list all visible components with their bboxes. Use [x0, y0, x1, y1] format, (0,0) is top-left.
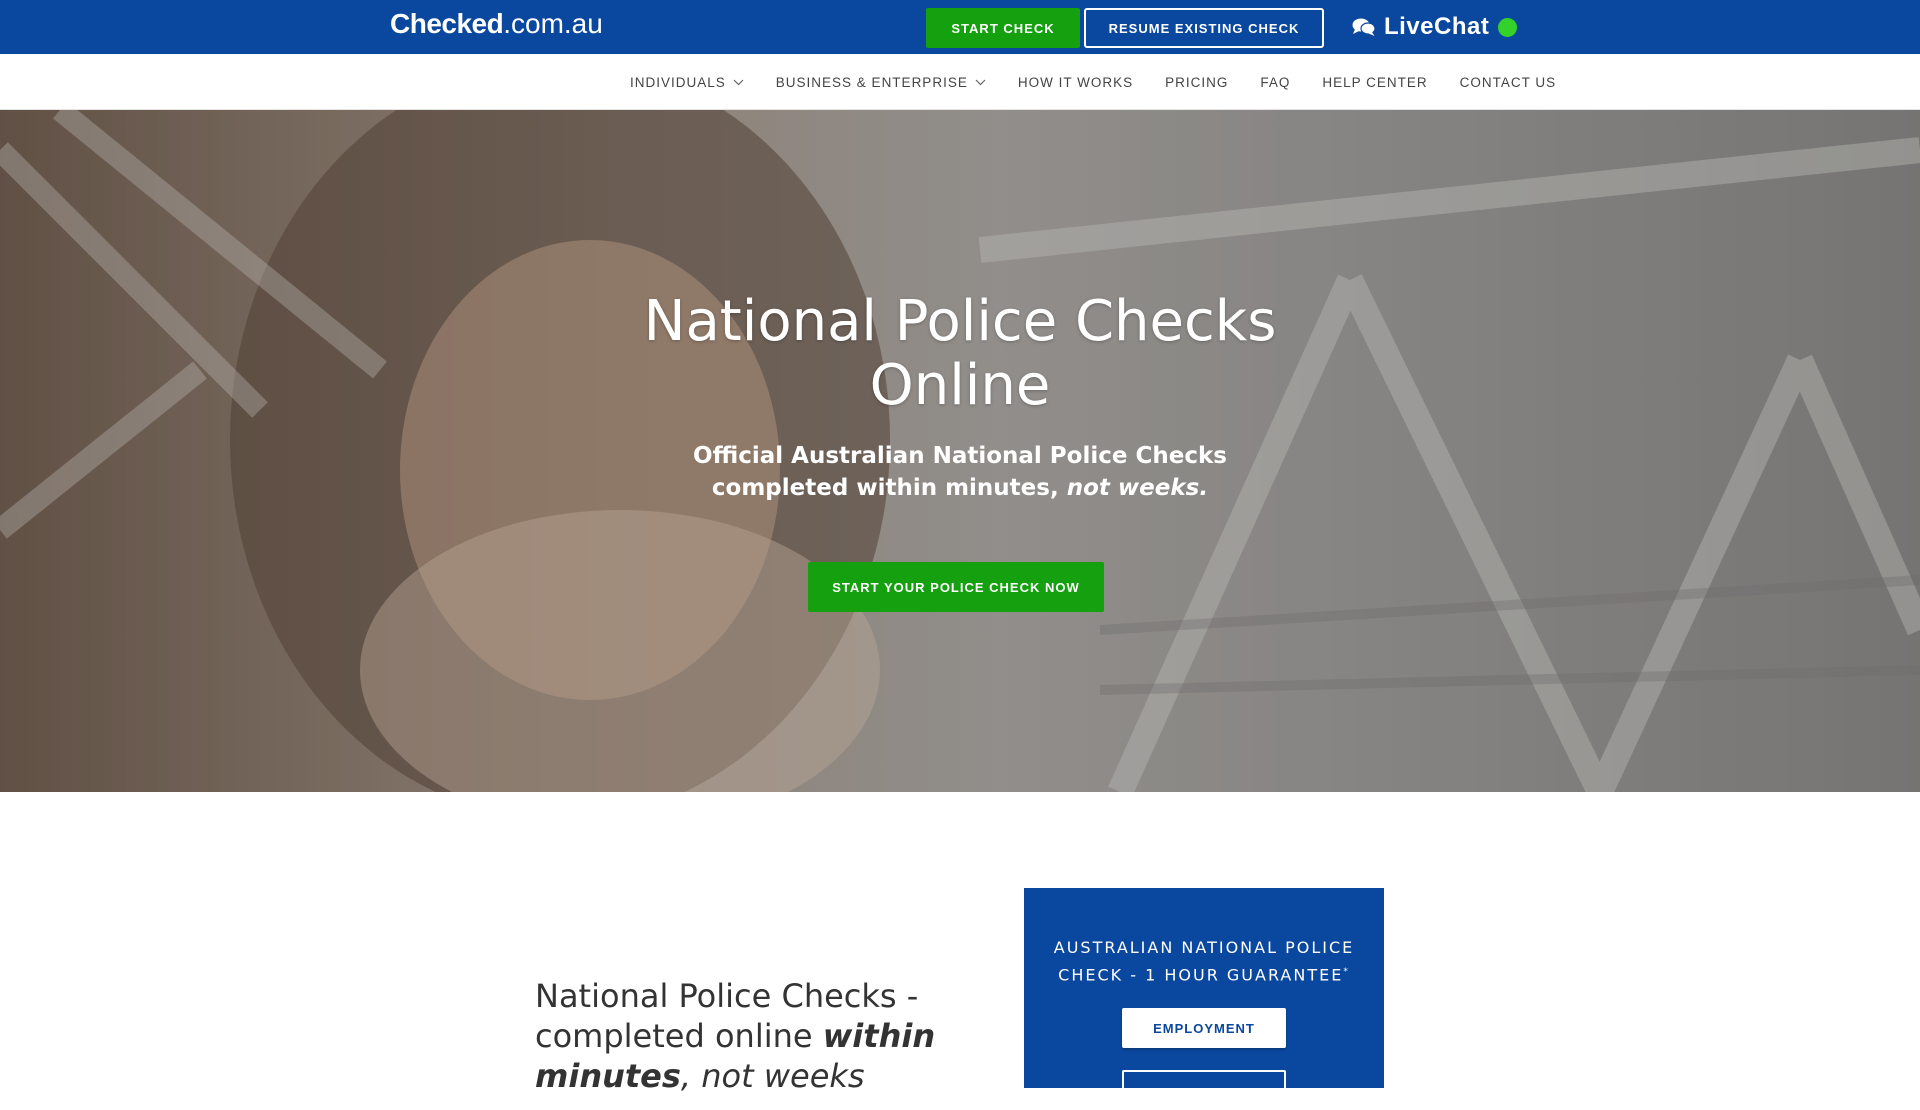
livechat-button[interactable]: LiveChat — [1352, 11, 1518, 43]
hero-subtitle-emphasis: not weeks. — [1066, 475, 1209, 501]
start-check-button[interactable]: START CHECK — [926, 8, 1080, 48]
livechat-label: LiveChat — [1384, 13, 1490, 40]
hero-title: National Police Checks Online — [560, 290, 1360, 418]
nav-item-help-center[interactable]: HELP CENTER — [1322, 75, 1427, 90]
intro-line2: completed online — [535, 1017, 813, 1055]
intro-line1: National Police Checks - — [535, 977, 919, 1015]
nav-item-label: FAQ — [1260, 74, 1291, 90]
nav-item-individuals[interactable]: INDIVIDUALS — [630, 75, 744, 90]
online-status-dot — [1498, 17, 1518, 37]
hero-subtitle-line1: Official Australian National Police Chec… — [693, 443, 1227, 469]
start-police-check-button[interactable]: START YOUR POLICE CHECK NOW — [808, 562, 1104, 612]
intro-heading: National Police Checks - completed onlin… — [535, 976, 955, 1096]
nav-item-pricing[interactable]: PRICING — [1165, 75, 1228, 90]
main-navigation: INDIVIDUALS BUSINESS & ENTERPRISE HOW IT… — [0, 54, 1920, 110]
intro-tail: , not weeks — [680, 1057, 865, 1095]
nav-item-label: BUSINESS & ENTERPRISE — [775, 74, 968, 90]
nav-item-label: PRICING — [1165, 74, 1229, 90]
logo-text-bold: Checked — [390, 8, 504, 39]
nav-item-contact-us[interactable]: CONTACT US — [1460, 75, 1557, 90]
nav-item-how-it-works[interactable]: HOW IT WORKS — [1018, 75, 1133, 90]
chat-bubbles-icon — [1352, 18, 1376, 36]
nav-item-label: HELP CENTER — [1322, 74, 1428, 90]
nav-item-business-enterprise[interactable]: BUSINESS & ENTERPRISE — [776, 75, 986, 90]
panel-title-text: AUSTRALIAN NATIONAL POLICE CHECK - 1 HOU… — [1053, 938, 1355, 985]
police-check-panel: AUSTRALIAN NATIONAL POLICE CHECK - 1 HOU… — [1024, 888, 1384, 1110]
logo-text-domain: .com.au — [503, 8, 603, 39]
nav-item-label: INDIVIDUALS — [630, 74, 726, 90]
panel-title: AUSTRALIAN NATIONAL POLICE CHECK - 1 HOU… — [1024, 936, 1384, 987]
hero-title-line2: Online — [869, 353, 1051, 418]
chevron-down-icon — [733, 79, 744, 85]
panel-secondary-button[interactable] — [1122, 1070, 1286, 1110]
chevron-down-icon — [975, 79, 986, 85]
nav-item-label: CONTACT US — [1459, 74, 1557, 90]
site-logo[interactable]: Checked.com.au — [390, 8, 603, 40]
panel-title-footnote-mark: * — [1343, 967, 1350, 977]
nav-item-faq[interactable]: FAQ — [1260, 75, 1290, 90]
hero-title-line1: National Police Checks — [643, 289, 1277, 354]
resume-existing-check-button[interactable]: RESUME EXISTING CHECK — [1084, 8, 1324, 48]
employment-button[interactable]: EMPLOYMENT — [1122, 1008, 1286, 1048]
nav-item-label: HOW IT WORKS — [1017, 74, 1134, 90]
hero-banner: National Police Checks Online Official A… — [0, 110, 1920, 792]
hero-subtitle-line2: completed within minutes, — [711, 475, 1059, 501]
hero-subtitle: Official Australian National Police Chec… — [560, 440, 1360, 504]
top-bar: Checked.com.au START CHECK RESUME EXISTI… — [0, 0, 1920, 54]
